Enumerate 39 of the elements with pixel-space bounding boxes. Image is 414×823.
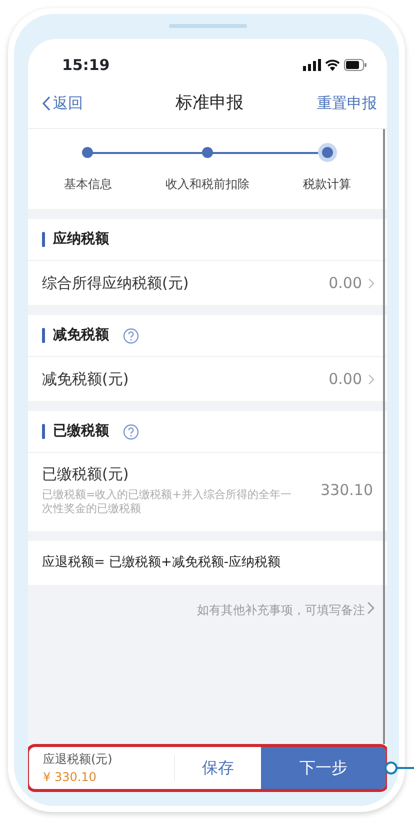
step-dot <box>322 147 333 158</box>
back-link[interactable]: 返回 <box>42 92 132 115</box>
row-label: 已缴税额(元) <box>42 464 130 485</box>
section-marker <box>42 232 45 247</box>
list-row[interactable]: 综合所得应纳税额(元) 0.00 <box>28 261 387 305</box>
list-row[interactable]: 减免税额(元) 0.00 <box>28 357 387 401</box>
step-dot <box>82 147 94 158</box>
step-label: 基本信息 <box>64 176 112 193</box>
row-label: 综合所得应纳税额(元) <box>42 272 190 294</box>
step-item[interactable]: 税款计算 <box>267 147 387 193</box>
row-note: 已缴税额=收入的已缴税额+并入综合所得的全年一次性奖金的已缴税额 <box>42 488 292 518</box>
step-item[interactable]: 收入和税前扣除 <box>148 147 268 193</box>
formula-text: 应退税额= 已缴税额+减免税额-应纳税额 <box>42 554 281 572</box>
row-value: 0.00 <box>328 272 362 294</box>
next-button[interactable]: 下一步 <box>261 747 386 789</box>
step-label: 收入和税前扣除 <box>166 176 250 193</box>
step-label: 税款计算 <box>303 176 352 193</box>
signal-icon <box>303 59 321 71</box>
step-dot <box>202 147 213 158</box>
section-marker <box>42 328 45 343</box>
chevron-icon <box>367 601 375 616</box>
help-icon[interactable] <box>123 328 139 344</box>
status-time: 15:19 <box>62 54 110 76</box>
battery-icon <box>344 59 367 71</box>
section-title: 减免税额 <box>53 326 109 345</box>
refund-label: 应退税额(元) <box>43 751 114 768</box>
page-title: 标准申报 <box>176 92 244 115</box>
help-icon[interactable] <box>123 424 139 440</box>
row-value: 0.00 <box>328 368 362 390</box>
back-icon <box>42 96 51 111</box>
refund-amount: ¥ 330.10 <box>43 769 98 786</box>
section-title: 应纳税额 <box>53 230 109 249</box>
step-item[interactable]: 基本信息 <box>28 147 148 193</box>
row-label: 减免税额(元) <box>42 368 130 390</box>
row-value: 330.10 <box>320 480 373 501</box>
section-title: 已缴税额 <box>53 422 109 441</box>
wifi-icon <box>325 59 340 71</box>
reset-link[interactable]: 重置申报 <box>287 92 377 115</box>
section-marker <box>42 424 45 439</box>
